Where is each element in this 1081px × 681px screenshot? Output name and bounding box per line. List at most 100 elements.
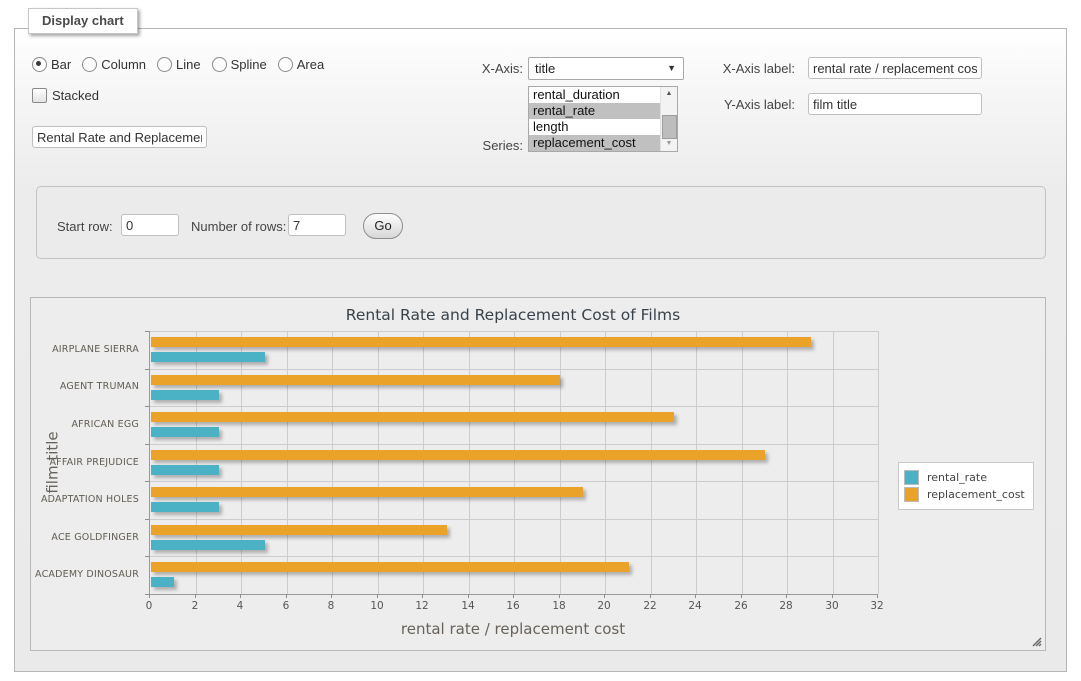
y-axis-label-label: Y-Axis label: xyxy=(690,97,795,112)
chart-type-radio-bar[interactable]: Bar xyxy=(32,57,71,72)
bar-replacement_cost xyxy=(151,487,583,497)
x-tick-label: 2 xyxy=(192,600,199,612)
x-tick xyxy=(286,594,287,598)
y-tick xyxy=(145,481,149,482)
gridline xyxy=(150,556,878,557)
bar-replacement_cost xyxy=(151,562,629,572)
scrollbar-thumb[interactable] xyxy=(662,115,677,139)
legend-entry-replacement_cost: replacement_cost xyxy=(904,487,1025,502)
legend-label: replacement_cost xyxy=(927,488,1025,501)
gridline xyxy=(651,331,652,594)
x-tick-label: 14 xyxy=(461,600,474,612)
category-label: ACADEMY DINOSAUR xyxy=(31,569,139,581)
radio-icon[interactable] xyxy=(32,57,47,72)
start-row-input[interactable] xyxy=(121,214,179,236)
start-row-label: Start row: xyxy=(57,219,113,234)
gridline xyxy=(150,519,878,520)
x-axis-title: rental rate / replacement cost xyxy=(149,620,877,638)
y-tick xyxy=(145,331,149,332)
x-tick-label: 10 xyxy=(370,600,383,612)
plot-area xyxy=(149,331,878,595)
resize-handle-icon[interactable] xyxy=(1030,635,1042,647)
series-field-label: Series: xyxy=(420,138,523,153)
gridline xyxy=(423,331,424,594)
x-tick xyxy=(559,594,560,598)
page: Display chart Bar Column Line Spline Area St… xyxy=(0,0,1081,681)
stacked-label: Stacked xyxy=(52,88,99,103)
x-axis-field-label: X-Axis: xyxy=(420,61,523,76)
series-options: rental_durationrental_ratelengthreplacem… xyxy=(529,87,660,151)
gridline xyxy=(378,331,379,594)
gridline xyxy=(560,331,561,594)
chart-type-radio-line[interactable]: Line xyxy=(157,57,201,72)
radio-icon[interactable] xyxy=(278,57,293,72)
series-option-replacement_cost[interactable]: replacement_cost xyxy=(529,135,660,151)
x-axis-label-input[interactable] xyxy=(808,57,982,79)
x-tick xyxy=(149,594,150,598)
legend-label: rental_rate xyxy=(927,471,987,484)
chevron-down-icon: ▼ xyxy=(667,58,676,79)
bar-rental_rate xyxy=(151,352,265,362)
gridline xyxy=(150,406,878,407)
gridline xyxy=(196,331,197,594)
bar-rental_rate xyxy=(151,540,265,550)
y-axis-label-input[interactable] xyxy=(808,93,982,115)
x-axis-select[interactable]: title ▼ xyxy=(528,57,684,80)
x-tick-label: 18 xyxy=(552,600,565,612)
radio-icon[interactable] xyxy=(157,57,172,72)
stacked-checkbox[interactable] xyxy=(32,88,47,103)
x-tick-label: 12 xyxy=(415,600,428,612)
chart-type-radio-spline[interactable]: Spline xyxy=(212,57,267,72)
gridline xyxy=(469,331,470,594)
series-option-rental_rate[interactable]: rental_rate xyxy=(529,103,660,119)
series-option-length[interactable]: length xyxy=(529,119,660,135)
x-tick-label: 24 xyxy=(688,600,701,612)
series-option-rental_duration[interactable]: rental_duration xyxy=(529,87,660,103)
gridline xyxy=(150,369,878,370)
chart-type-radio-column[interactable]: Column xyxy=(82,57,146,72)
x-axis-select-value: title xyxy=(535,61,555,76)
y-tick xyxy=(145,519,149,520)
x-tick xyxy=(604,594,605,598)
y-tick xyxy=(145,369,149,370)
x-tick-label: 8 xyxy=(328,600,335,612)
legend-swatch-icon xyxy=(904,487,919,502)
chart-type-radio-area[interactable]: Area xyxy=(278,57,324,72)
bar-rental_rate xyxy=(151,465,219,475)
scroll-down-icon[interactable]: ▼ xyxy=(661,137,677,151)
gridline xyxy=(696,331,697,594)
gridline xyxy=(241,331,242,594)
gridline xyxy=(150,331,878,332)
go-button[interactable]: Go xyxy=(363,213,403,239)
radio-label: Line xyxy=(176,57,201,72)
x-tick xyxy=(695,594,696,598)
chart-title-input[interactable] xyxy=(32,126,207,148)
gridline xyxy=(150,444,878,445)
series-scrollbar[interactable]: ▲ ▼ xyxy=(660,87,677,151)
category-label: AIRPLANE SIERRA xyxy=(31,344,139,356)
legend-swatch-icon xyxy=(904,470,919,485)
scroll-up-icon[interactable]: ▲ xyxy=(661,87,677,101)
rows-panel: Start row: Number of rows: Go xyxy=(36,186,1046,259)
fieldset-legend: Display chart xyxy=(28,8,138,34)
x-tick xyxy=(377,594,378,598)
x-tick-label: 30 xyxy=(825,600,838,612)
series-listbox[interactable]: rental_durationrental_ratelengthreplacem… xyxy=(528,86,678,152)
num-rows-input[interactable] xyxy=(288,214,346,236)
bar-replacement_cost xyxy=(151,412,674,422)
x-tick-label: 0 xyxy=(146,600,153,612)
x-axis-label-label: X-Axis label: xyxy=(690,61,795,76)
x-tick-label: 22 xyxy=(643,600,656,612)
radio-icon[interactable] xyxy=(82,57,97,72)
x-tick xyxy=(877,594,878,598)
gridline xyxy=(332,331,333,594)
stacked-checkbox-row[interactable]: Stacked xyxy=(32,88,99,103)
x-tick-label: 6 xyxy=(283,600,290,612)
radio-icon[interactable] xyxy=(212,57,227,72)
x-tick-label: 26 xyxy=(734,600,747,612)
bar-replacement_cost xyxy=(151,337,811,347)
gridline xyxy=(833,331,834,594)
gridline xyxy=(287,331,288,594)
bar-rental_rate xyxy=(151,577,174,587)
x-tick xyxy=(195,594,196,598)
